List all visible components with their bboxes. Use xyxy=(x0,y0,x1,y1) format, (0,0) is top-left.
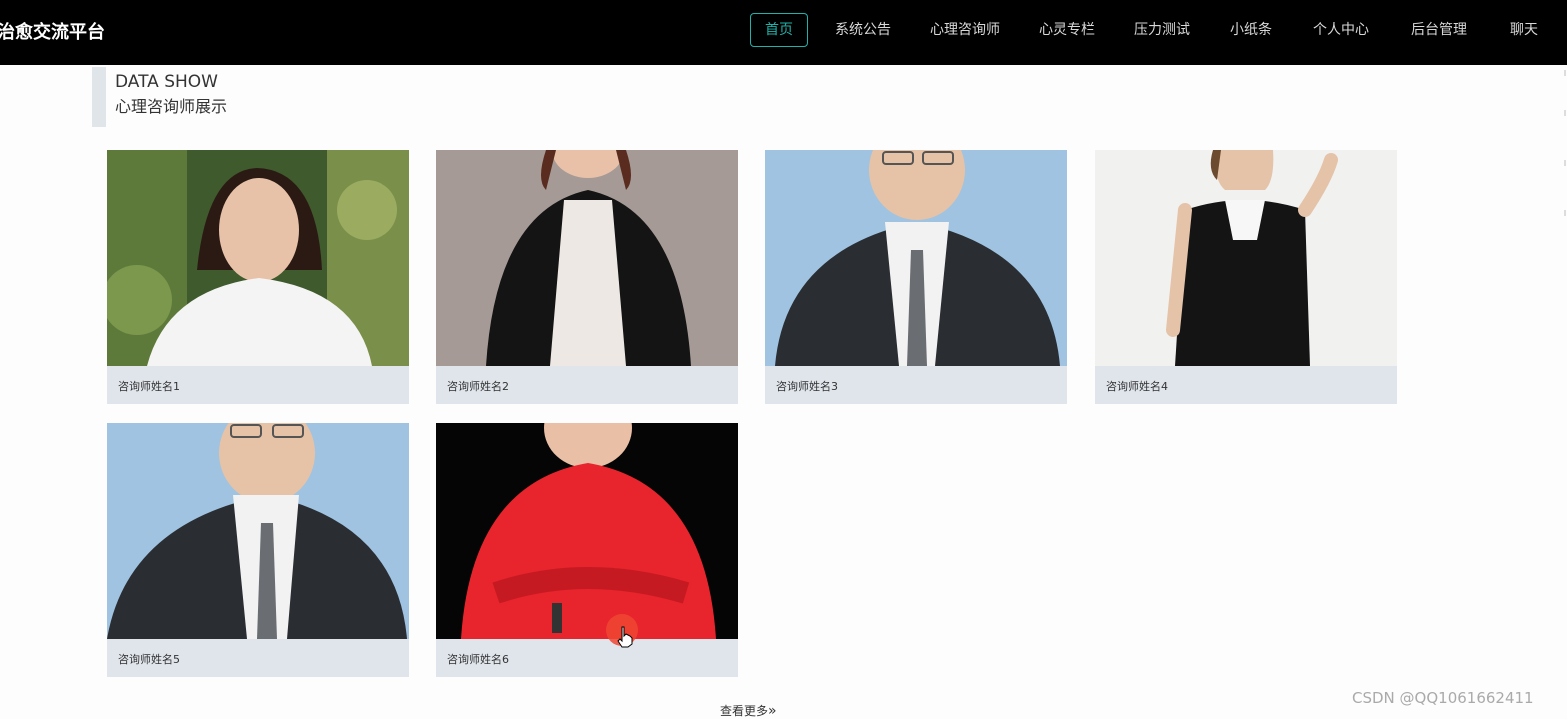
counselor-photo[interactable] xyxy=(436,150,738,366)
nav-item-column[interactable]: 心灵专栏 xyxy=(1039,13,1095,47)
section-title-en: DATA SHOW xyxy=(115,72,218,92)
scrollbar-track[interactable] xyxy=(1561,70,1567,230)
nav-item-home[interactable]: 首页 xyxy=(750,13,808,47)
section-header: DATA SHOW 心理咨询师展示 xyxy=(92,67,392,127)
counselor-name: 咨询师姓名6 xyxy=(447,653,509,666)
counselor-photo[interactable] xyxy=(436,423,738,639)
nav-item-counselors[interactable]: 心理咨询师 xyxy=(930,13,1000,47)
view-more-link[interactable]: 查看更多» xyxy=(720,702,777,719)
hand-cursor-icon xyxy=(617,626,633,648)
counselor-name: 咨询师姓名2 xyxy=(447,380,509,393)
counselor-card[interactable]: 咨询师姓名4 xyxy=(1095,150,1397,404)
nav-item-notes[interactable]: 小纸条 xyxy=(1230,13,1272,47)
top-navbar: 治愈交流平台 首页 系统公告 心理咨询师 心灵专栏 压力测试 小纸条 个人中心 … xyxy=(0,0,1567,65)
nav-item-stress-test[interactable]: 压力测试 xyxy=(1134,13,1190,47)
counselor-photo[interactable] xyxy=(765,150,1067,366)
counselor-name: 咨询师姓名4 xyxy=(1106,380,1168,393)
counselor-name: 咨询师姓名1 xyxy=(118,380,180,393)
counselor-card[interactable]: 咨询师姓名6 xyxy=(436,423,738,677)
section-title-cn: 心理咨询师展示 xyxy=(115,97,228,116)
counselor-card[interactable]: 咨询师姓名1 xyxy=(107,150,409,404)
main-nav: 首页 系统公告 心理咨询师 心灵专栏 压力测试 小纸条 个人中心 后台管理 聊天 xyxy=(0,13,1567,47)
counselor-photo[interactable] xyxy=(107,150,409,366)
nav-item-admin[interactable]: 后台管理 xyxy=(1411,13,1467,47)
counselor-card[interactable]: 咨询师姓名3 xyxy=(765,150,1067,404)
nav-item-announcements[interactable]: 系统公告 xyxy=(835,13,891,47)
view-more-label: 查看更多 xyxy=(720,704,769,718)
counselor-photo[interactable] xyxy=(1095,150,1397,366)
nav-item-profile[interactable]: 个人中心 xyxy=(1313,13,1369,47)
counselor-name: 咨询师姓名3 xyxy=(776,380,838,393)
counselor-card[interactable]: 咨询师姓名5 xyxy=(107,423,409,677)
counselor-card[interactable]: 咨询师姓名2 xyxy=(436,150,738,404)
nav-item-chat[interactable]: 聊天 xyxy=(1510,13,1538,47)
counselor-name: 咨询师姓名5 xyxy=(118,653,180,666)
watermark: CSDN @QQ1061662411 xyxy=(1352,689,1534,707)
counselor-photo[interactable] xyxy=(107,423,409,639)
